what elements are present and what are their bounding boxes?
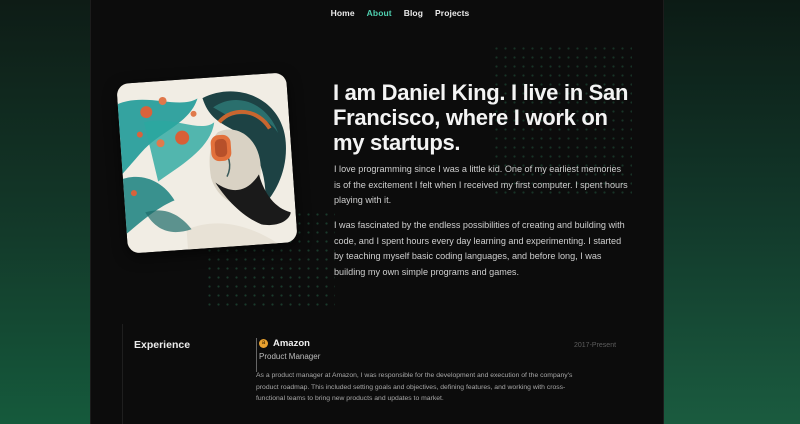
nav-projects[interactable]: Projects: [435, 8, 469, 18]
portrait-illustration-icon: [116, 72, 298, 254]
job-description: As a product manager at Amazon, I was re…: [256, 372, 573, 402]
timeline-line: [256, 338, 257, 372]
nav-about[interactable]: About: [367, 8, 392, 18]
hero-heading: I am Daniel King. I live in San Francisc…: [333, 80, 629, 155]
nav-blog[interactable]: Blog: [404, 8, 423, 18]
job-period: 2017-Present: [574, 342, 617, 349]
job-role: Product Manager: [259, 352, 321, 361]
background-gradient-right: [662, 0, 800, 424]
company-name: Amazon: [273, 338, 310, 349]
profile-portrait: [116, 72, 298, 254]
experience-heading: Experience: [134, 339, 191, 351]
background-gradient-left: [0, 0, 90, 424]
hero-paragraph-1: I love programming since I was a little …: [334, 164, 628, 205]
hero-paragraph-2: I was fascinated by the endless possibil…: [334, 220, 625, 277]
top-nav: Home About Blog Projects: [0, 8, 800, 18]
section-divider: [122, 324, 123, 424]
nav-home[interactable]: Home: [331, 8, 355, 18]
amazon-logo-icon: a: [259, 339, 268, 348]
